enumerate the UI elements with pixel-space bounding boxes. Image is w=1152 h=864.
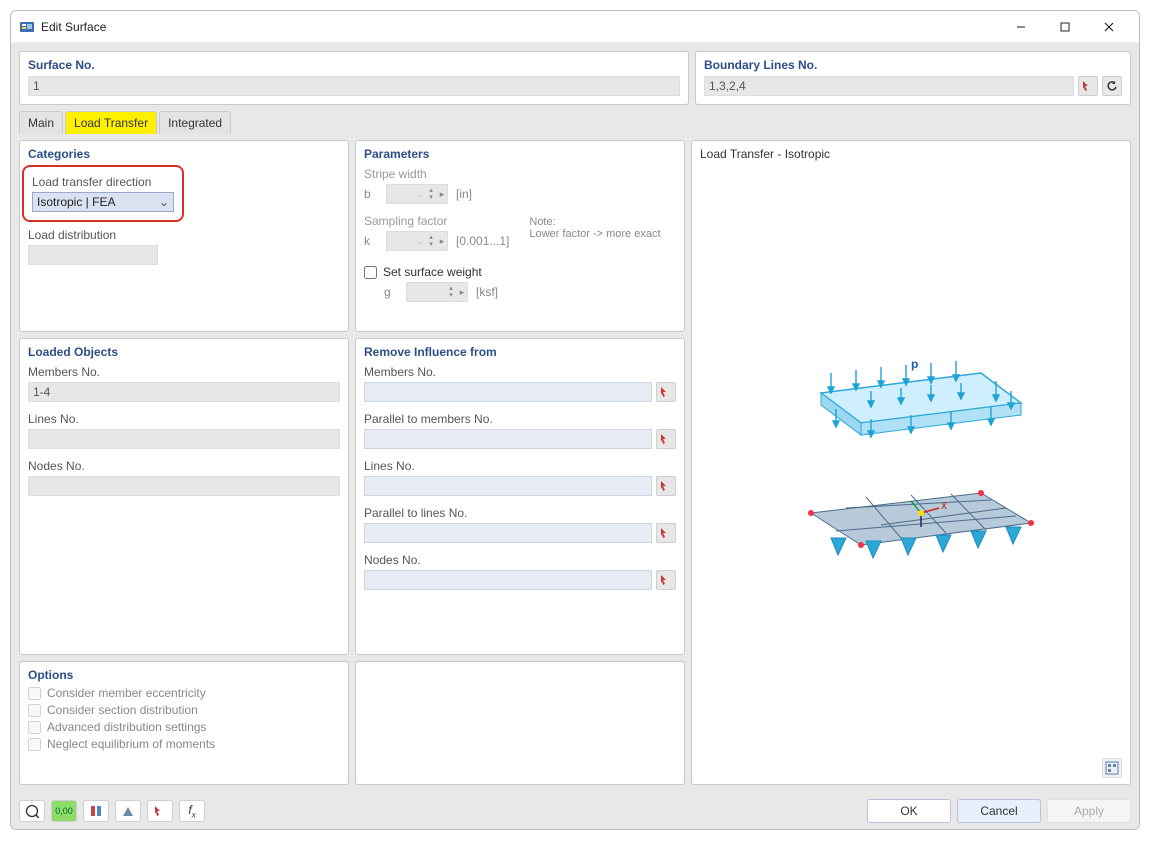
load-direction-value: Isotropic | FEA [37,195,115,209]
pick-icon[interactable] [656,382,676,402]
dialog-content: Surface No. Boundary Lines No. Main Load… [11,43,1139,793]
load-distribution-label: Load distribution [28,228,340,242]
weight-input: ▴▾▸ [406,282,468,302]
view-button[interactable] [115,800,141,822]
sampling-unit: [0.001...1] [456,234,509,248]
tab-integrated[interactable]: Integrated [159,111,231,134]
categories-title: Categories [28,147,340,161]
titlebar: Edit Surface [11,11,1139,43]
opt-section-dist[interactable]: Consider section distribution [28,703,340,717]
set-weight-check[interactable]: Set surface weight [364,265,676,279]
surface-no-label: Surface No. [28,58,680,72]
empty-panel [355,661,685,785]
load-direction-label: Load transfer direction [32,175,174,189]
stripe-label: Stripe width [364,167,427,181]
footer: 0,00 fx OK Cancel Apply [11,793,1139,829]
rm-members-input[interactable] [364,382,652,402]
boundary-panel: Boundary Lines No. [695,51,1131,105]
select-button[interactable] [147,800,173,822]
remove-panel: Remove Influence from Members No. Parall… [355,338,685,655]
note-text: Lower factor -> more exact [529,228,660,240]
preview-title: Load Transfer - Isotropic [700,147,1122,161]
loaded-title: Loaded Objects [28,345,340,359]
rm-nodes-input[interactable] [364,570,652,590]
sampling-label: Sampling factor [364,214,447,228]
surface-no-input[interactable] [28,76,680,96]
svg-text:p: p [911,357,918,371]
rm-plines-label: Parallel to lines No. [364,506,676,520]
rm-pmembers-label: Parallel to members No. [364,412,676,426]
members-label: Members No. [28,365,340,379]
params-title: Parameters [364,147,676,161]
rm-plines-input[interactable] [364,523,652,543]
maximize-button[interactable] [1043,13,1087,41]
preview-options-icon[interactable] [1102,758,1122,778]
svg-text:x: x [941,498,947,512]
parameters-panel: Parameters Stripe width b ⌄▴▾▸ [in] Samp… [355,140,685,332]
app-icon [19,19,35,35]
loaded-objects-panel: Loaded Objects Members No. Lines No. Nod… [19,338,349,655]
help-button[interactable] [19,800,45,822]
rm-nodes-label: Nodes No. [364,553,676,567]
categories-panel: Categories Load transfer direction Isotr… [19,140,349,332]
surface-no-panel: Surface No. [19,51,689,105]
pick-boundary-icon[interactable] [1078,76,1098,96]
sampling-input: ⌄▴▾▸ [386,231,448,251]
stripe-unit: [in] [456,187,472,201]
ok-button[interactable]: OK [867,799,951,823]
nodes-label: Nodes No. [28,459,340,473]
load-direction-dropdown[interactable]: Isotropic | FEA ⌄ [32,192,174,212]
close-button[interactable] [1087,13,1131,41]
pick-icon[interactable] [656,523,676,543]
rm-lines-label: Lines No. [364,459,676,473]
opt-eccentricity[interactable]: Consider member eccentricity [28,686,340,700]
tabs: Main Load Transfer Integrated [19,111,1131,134]
opt-adv-dist[interactable]: Advanced distribution settings [28,720,340,734]
reset-boundary-icon[interactable] [1102,76,1122,96]
opt-neglect-eq[interactable]: Neglect equilibrium of moments [28,737,340,751]
chevron-down-icon: ⌄ [159,195,169,209]
pick-icon[interactable] [656,570,676,590]
minimize-button[interactable] [999,13,1043,41]
weight-sym: g [384,285,398,299]
boundary-input[interactable] [704,76,1074,96]
isotropic-diagram: p [761,333,1061,593]
preview-panel: Load Transfer - Isotropic p [691,140,1131,785]
units-button[interactable]: 0,00 [51,800,77,822]
sampling-sym: k [364,234,378,248]
pick-icon[interactable] [656,429,676,449]
tab-main[interactable]: Main [19,111,63,134]
options-title: Options [28,668,340,682]
stripe-input: ⌄▴▾▸ [386,184,448,204]
remove-title: Remove Influence from [364,345,676,359]
lines-label: Lines No. [28,412,340,426]
rm-lines-input[interactable] [364,476,652,496]
note-label: Note: [529,216,660,228]
dialog-window: Edit Surface Surface No. Boundary Lines … [10,10,1140,830]
pick-icon[interactable] [656,476,676,496]
stripe-sym: b [364,187,378,201]
boundary-label: Boundary Lines No. [704,58,1122,72]
tab-load-transfer[interactable]: Load Transfer [65,111,157,134]
options-panel: Options Consider member eccentricity Con… [19,661,349,785]
members-input[interactable] [28,382,340,402]
formula-button[interactable]: fx [179,800,205,822]
weight-unit: [ksf] [476,285,498,299]
nodes-input[interactable] [28,476,340,496]
load-distribution-input [28,245,158,265]
lines-input[interactable] [28,429,340,449]
cancel-button[interactable]: Cancel [957,799,1041,823]
rm-members-label: Members No. [364,365,676,379]
rm-pmembers-input[interactable] [364,429,652,449]
display-button[interactable] [83,800,109,822]
window-title: Edit Surface [41,20,999,34]
apply-button: Apply [1047,799,1131,823]
